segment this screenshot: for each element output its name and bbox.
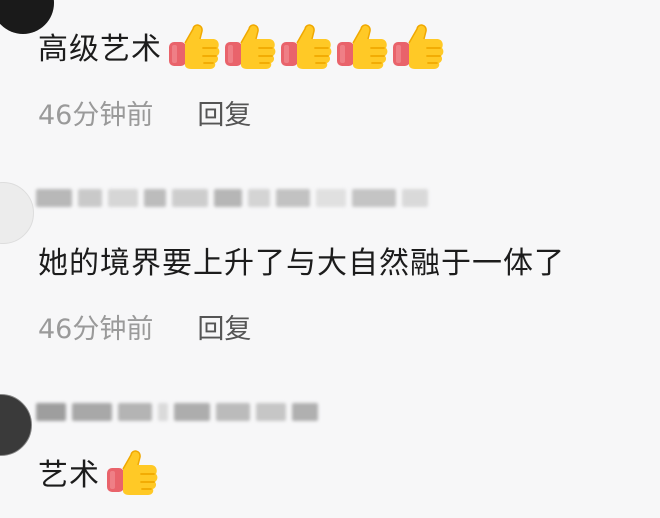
thumbs-up-group [166, 20, 446, 72]
thumbs-up-group [104, 446, 160, 498]
comment-item: 艺术 [0, 380, 660, 518]
thumbs-up-icon [334, 20, 390, 72]
avatar[interactable] [0, 394, 32, 456]
comment-text-content: 高级艺术 [38, 32, 162, 67]
thumbs-up-icon [390, 20, 446, 72]
comment-item: 她的境界要上升了与大自然融于一体了 46分钟前 回复 [0, 170, 660, 370]
comment-text-content: 艺术 [38, 458, 100, 493]
comment-meta: 46分钟前 回复 [38, 306, 251, 346]
comment-text: 她的境界要上升了与大自然融于一体了 [38, 232, 565, 288]
thumbs-up-icon [222, 20, 278, 72]
comment-time: 46分钟前 [38, 313, 154, 345]
username-blurred [36, 396, 318, 428]
reply-button[interactable]: 回复 [197, 307, 251, 346]
comment-text: 高级艺术 [38, 18, 446, 74]
comment-meta: 46分钟前 回复 [38, 92, 251, 132]
avatar[interactable] [0, 182, 34, 244]
thumbs-up-icon [166, 20, 222, 72]
comment-text: 艺术 [38, 444, 160, 500]
thumbs-up-icon [104, 446, 160, 498]
comment-text-content: 她的境界要上升了与大自然融于一体了 [38, 246, 565, 281]
username-blurred [36, 182, 428, 214]
comment-time: 46分钟前 [38, 99, 154, 131]
thumbs-up-icon [278, 20, 334, 72]
reply-button[interactable]: 回复 [197, 93, 251, 132]
comment-item: 高级艺术 46分钟前 回复 [0, 0, 660, 170]
